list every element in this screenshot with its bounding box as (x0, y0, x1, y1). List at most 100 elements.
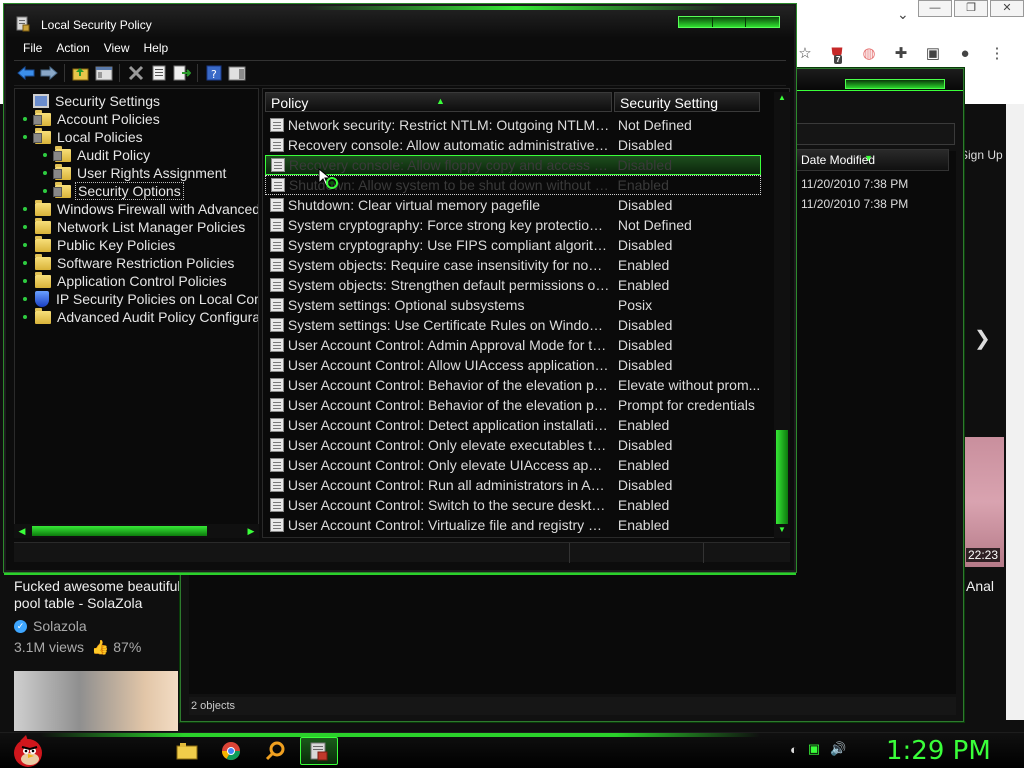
extension-shield-icon[interactable]: ⛊ 7 (828, 45, 846, 64)
tree-node[interactable]: Audit Policy (43, 145, 152, 164)
table-row[interactable]: User Account Control: Behavior of the el… (265, 395, 761, 415)
table-row[interactable]: User Account Control: Switch to the secu… (265, 495, 761, 515)
scroll-thumb[interactable] (32, 526, 207, 536)
table-row[interactable]: System cryptography: Use FIPS compliant … (265, 235, 761, 255)
table-row[interactable]: User Account Control: Allow UIAccess app… (265, 355, 761, 375)
channel-name[interactable]: Solazola (33, 618, 87, 634)
tree-expander-dot[interactable] (23, 315, 27, 319)
table-row[interactable]: User Account Control: Run all administra… (265, 475, 761, 495)
sign-up-link[interactable]: Sign Up (960, 148, 1003, 162)
list-vertical-scrollbar[interactable]: ▲ ▼ (774, 92, 790, 538)
video-thumbnail[interactable] (14, 671, 178, 731)
taskbar-chrome-button[interactable] (212, 737, 250, 765)
reading-panel-icon[interactable]: ▣ (924, 44, 942, 62)
maximize-button[interactable] (712, 17, 747, 27)
show-hide-action-pane-button[interactable] (225, 63, 248, 83)
table-row[interactable]: User Account Control: Admin Approval Mod… (265, 335, 761, 355)
start-button-angry-bird-icon[interactable] (8, 733, 48, 768)
menu-help[interactable]: Help (137, 40, 176, 58)
menu-view[interactable]: View (97, 40, 137, 58)
table-row[interactable]: System settings: Optional subsystems Posi… (265, 295, 761, 315)
minimize-button[interactable]: — (918, 0, 952, 17)
tree-expander-dot[interactable] (43, 189, 47, 193)
forward-button[interactable] (37, 63, 60, 83)
taskbar-search-button[interactable] (256, 737, 294, 765)
tree-node[interactable]: Local Policies (23, 127, 145, 146)
explorer-window-controls[interactable] (845, 79, 945, 89)
table-row[interactable]: System cryptography: Force strong key pr… (265, 215, 761, 235)
tree-expander-dot[interactable] (43, 171, 47, 175)
tree-node[interactable]: Windows Firewall with Advanced S (23, 199, 258, 218)
tree-node[interactable]: Account Policies (23, 109, 162, 128)
tray-display-icon[interactable]: ▣ (808, 741, 820, 757)
tray-volume-icon[interactable]: 🔊 (830, 741, 846, 757)
tree-node[interactable]: Security Options (43, 181, 184, 200)
taskbar-local-security-policy-button[interactable] (300, 737, 338, 765)
taskbar-explorer-button[interactable] (168, 737, 206, 765)
scroll-up-icon[interactable]: ▲ (776, 92, 788, 104)
tree-node[interactable]: Software Restriction Policies (23, 253, 236, 272)
tree-expander-dot[interactable] (23, 207, 27, 211)
tree-node[interactable]: Public Key Policies (23, 235, 177, 254)
tree-node[interactable]: Security Settings (21, 92, 162, 110)
tree-horizontal-scrollbar[interactable]: ◀ ▶ (14, 524, 259, 538)
delete-button[interactable] (124, 63, 147, 83)
video-title[interactable]: Fucked awesome beautiful pool table - So… (14, 578, 184, 612)
close-button[interactable] (746, 17, 780, 27)
table-row[interactable]: System objects: Require case insensitivi… (265, 255, 761, 275)
tree-expander-dot[interactable] (43, 153, 47, 157)
window-titlebar[interactable]: Local Security Policy (6, 6, 794, 38)
menu-file[interactable]: File (16, 40, 49, 58)
tree-node[interactable]: IP Security Policies on Local Com (23, 290, 258, 308)
table-row[interactable]: System settings: Use Certificate Rules o… (265, 315, 761, 335)
minimize-button[interactable] (679, 17, 713, 27)
table-row[interactable]: User Account Control: Virtualize file an… (265, 515, 761, 535)
next-arrow-icon[interactable]: ❯ (974, 326, 991, 351)
explorer-search-box[interactable] (795, 123, 955, 145)
back-button[interactable] (14, 63, 37, 83)
table-row[interactable]: User Account Control: Detect application… (265, 415, 761, 435)
tree-expander-dot[interactable] (23, 135, 27, 139)
date-modified-header[interactable]: Date Modified ▼ (795, 149, 949, 171)
help-button[interactable]: ? (202, 63, 225, 83)
scroll-down-icon[interactable]: ▼ (776, 524, 788, 536)
taskbar-clock[interactable]: 1:29 PM (886, 736, 991, 766)
scroll-left-icon[interactable]: ◀ (16, 525, 28, 537)
video-title-right[interactable]: Anal (966, 578, 994, 594)
tree-expander-dot[interactable] (23, 297, 27, 301)
tree-expander-dot[interactable] (23, 279, 27, 283)
export-list-button[interactable] (170, 63, 193, 83)
maximize-button[interactable]: ❐ (954, 0, 988, 17)
table-row[interactable]: Network security: Restrict NTLM: Outgoin… (265, 115, 761, 135)
table-row[interactable]: User Account Control: Behavior of the el… (265, 375, 761, 395)
tab-search-chevron-icon[interactable]: ⌄ (897, 6, 909, 23)
tree-expander-dot[interactable] (23, 117, 27, 121)
column-header-security-setting[interactable]: Security Setting (614, 92, 760, 112)
extensions-puzzle-icon[interactable]: ✚ (892, 44, 910, 62)
table-row[interactable]: Recovery console: Allow automatic admini… (265, 135, 761, 155)
tree-expander-dot[interactable] (23, 225, 27, 229)
browser-menu-icon[interactable]: ⋮ (988, 44, 1006, 62)
column-header-policy[interactable]: Policy ▲ (265, 92, 612, 112)
scroll-right-icon[interactable]: ▶ (245, 525, 257, 537)
show-hide-tree-button[interactable] (92, 63, 115, 83)
tree-node[interactable]: User Rights Assignment (43, 163, 228, 182)
tree-node[interactable]: Network List Manager Policies (23, 217, 247, 236)
properties-button[interactable] (147, 63, 170, 83)
tree-node[interactable]: Advanced Audit Policy Configurati (23, 307, 258, 326)
menu-action[interactable]: Action (49, 40, 96, 58)
table-row[interactable]: Shutdown: Clear virtual memory pagefile D… (265, 195, 761, 215)
video-channel[interactable]: ✓ Solazola (14, 618, 87, 634)
tray-network-icon[interactable]: ◐ (790, 742, 798, 757)
bookmark-star-icon[interactable]: ☆ (796, 44, 814, 62)
up-folder-button[interactable] (69, 63, 92, 83)
tree-expander-dot[interactable] (23, 261, 27, 265)
profile-avatar-icon[interactable]: ● (956, 45, 974, 62)
scroll-thumb[interactable] (776, 430, 788, 524)
extension-globe-icon[interactable]: ◍ (860, 44, 878, 62)
tree-expander-dot[interactable] (23, 243, 27, 247)
table-row[interactable]: User Account Control: Only elevate execu… (265, 435, 761, 455)
browser-scrollbar[interactable] (1006, 104, 1024, 720)
close-button[interactable]: ✕ (990, 0, 1024, 17)
table-row[interactable]: User Account Control: Only elevate UIAcc… (265, 455, 761, 475)
